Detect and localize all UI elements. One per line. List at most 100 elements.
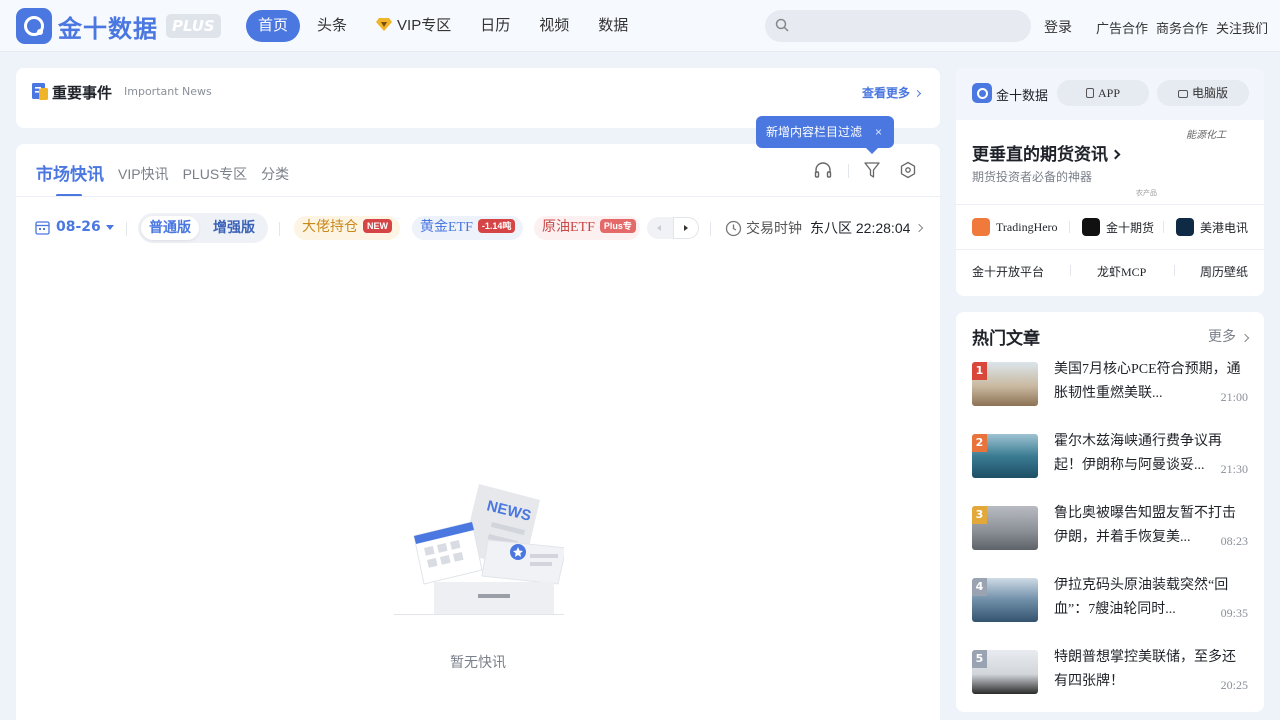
tab-category[interactable]: 分类 [261, 164, 289, 184]
divider [956, 204, 1264, 205]
empty-news-illustration: NEWS [394, 484, 564, 615]
important-news-title: 重要事件 [52, 84, 113, 102]
settings-hex-icon[interactable] [899, 161, 917, 179]
article-item[interactable]: 5 特朗普想掌控美联储，至多还有四张牌！ 20:25 [972, 650, 1248, 698]
app-name: TradingHero [996, 219, 1058, 234]
chip-big-holders[interactable]: 大佬持仓 NEW [294, 216, 400, 240]
chip-oil-etf[interactable]: 原油ETF Plus专 [534, 216, 640, 240]
pc-version-button[interactable]: 电脑版 [1157, 80, 1249, 106]
app-button-label: APP [1097, 86, 1120, 100]
pc-button-label: 电脑版 [1191, 86, 1228, 100]
view-more-link[interactable]: 查看更多 [861, 84, 922, 101]
tab-vip-flash[interactable]: VIP快讯 [118, 164, 169, 184]
filter-tooltip: 新增内容栏目过滤 × [756, 116, 894, 154]
clock-time: 东八区 22:28:04 [810, 220, 911, 236]
rank-badge: 4 [972, 578, 987, 596]
chevron-right-icon [915, 223, 924, 233]
brand-logo-icon [972, 83, 992, 103]
tab-plus[interactable]: PLUS专区 [183, 164, 248, 184]
article-title: 美国7月核心PCE符合预期，通胀韧性重燃美联... [1054, 362, 1241, 401]
follow-us-link[interactable]: 关注我们 [1216, 18, 1268, 37]
empty-state-text: 暂无快讯 [450, 654, 506, 670]
rank-badge: 2 [972, 434, 987, 452]
promo-category-tag: 能源化工 [1186, 130, 1226, 141]
article-item[interactable]: 4 伊拉克码头原油装载突然“回血”：7艘油轮同时... 09:35 [972, 578, 1248, 626]
scroll-right-button[interactable] [673, 217, 699, 239]
chip-label: 大佬持仓 [302, 220, 358, 235]
clock-icon [725, 220, 742, 236]
main-nav: 首页 头条 VIP专区 日历 视频 数据 [246, 10, 645, 42]
filter-divider [710, 222, 711, 236]
nav-video[interactable]: 视频 [527, 10, 581, 42]
app-name: 美港电讯 [1200, 220, 1249, 235]
trading-clock[interactable]: 交易时钟 东八区 22:28:04 [725, 218, 924, 238]
site-logo[interactable]: 金十数据 PLUS [16, 8, 221, 44]
filter-icon[interactable] [863, 161, 881, 179]
hot-articles-title: 热门文章 [972, 329, 1040, 349]
clock-label: 交易时钟 [746, 220, 802, 236]
change-badge: -1.14吨 [477, 219, 516, 233]
vip-gem-icon [376, 18, 393, 31]
article-item[interactable]: 1 美国7月核心PCE符合预期，通胀韧性重燃美联... 21:00 [972, 362, 1248, 410]
promo-title-text: 更垂直的期货资讯 [972, 145, 1108, 165]
feed-tabs: 市场快讯 VIP快讯 PLUS专区 分类 [36, 160, 303, 197]
app-jin10-futures[interactable]: 金十期货 [1082, 218, 1154, 236]
rank-badge: 5 [972, 650, 987, 668]
headphones-icon[interactable] [814, 161, 832, 179]
filter-divider [279, 222, 280, 236]
app-tradinghero[interactable]: TradingHero [972, 218, 1058, 236]
article-item[interactable]: 3 鲁比奥被曝告知盟友暂不打击伊朗，并着手恢复美... 08:23 [972, 506, 1248, 554]
business-cooperation-link[interactable]: 商务合作 [1156, 18, 1208, 37]
login-link[interactable]: 登录 [1044, 17, 1072, 37]
promo-small-tag: 农产品 [1136, 189, 1157, 197]
more-label: 更多 [1208, 328, 1236, 344]
article-thumbnail: 4 [972, 578, 1038, 622]
nav-vip[interactable]: VIP专区 [364, 10, 463, 42]
article-item[interactable]: 2 霍尔木兹海峡通行费争议再起！伊朗称与阿曼谈妥... 21:30 [972, 434, 1248, 482]
nav-headlines[interactable]: 头条 [305, 10, 359, 42]
normal-version-button[interactable]: 普通版 [141, 216, 199, 240]
brand-name: 金十数据 [996, 89, 1049, 104]
divider [1163, 221, 1164, 233]
logo-text: 金十数据 [58, 14, 158, 43]
more-link[interactable]: 更多 [1208, 326, 1250, 346]
search-input[interactable] [765, 10, 1031, 42]
view-more-label: 查看更多 [861, 86, 910, 100]
nav-calendar[interactable]: 日历 [468, 10, 522, 42]
nav-vip-label: VIP专区 [397, 17, 452, 34]
chip-label: 原油ETF [542, 220, 595, 235]
article-thumbnail: 2 [972, 434, 1038, 478]
article-time: 21:00 [1220, 390, 1248, 404]
open-platform-link[interactable]: 金十开放平台 [972, 263, 1044, 280]
article-title: 霍尔木兹海峡通行费争议再起！伊朗称与阿曼谈妥... [1054, 434, 1222, 473]
logo-plus-badge: PLUS [166, 14, 221, 38]
app-name: 金十期货 [1106, 220, 1155, 235]
plus-badge: Plus专 [599, 219, 636, 233]
article-title: 鲁比奥被曝告知盟友暂不打击伊朗，并着手恢复美... [1054, 506, 1236, 545]
scroll-left-button[interactable] [647, 217, 673, 239]
divider [956, 249, 1264, 250]
app-us-hk-news[interactable]: 美港电讯 [1176, 218, 1248, 236]
close-icon[interactable]: × [875, 116, 882, 148]
important-news-subtitle: Important News [124, 85, 212, 98]
ad-cooperation-link[interactable]: 广告合作 [1096, 18, 1148, 37]
app-download-button[interactable]: APP [1057, 80, 1149, 106]
chevron-right-icon [913, 89, 922, 98]
enhanced-version-button[interactable]: 增强版 [205, 216, 263, 240]
chip-label: 黄金ETF [420, 220, 473, 235]
date-picker[interactable]: 08-26 [35, 219, 114, 235]
nav-home[interactable]: 首页 [246, 10, 301, 42]
chip-scroller [647, 217, 699, 239]
tooltip-text: 新增内容栏目过滤 [766, 125, 863, 139]
futures-app-icon [1082, 218, 1100, 236]
caret-down-icon [105, 224, 114, 230]
news-doc-icon [32, 83, 48, 100]
nav-data[interactable]: 数据 [586, 10, 640, 42]
tab-market-flash[interactable]: 市场快讯 [36, 160, 104, 197]
chip-gold-etf[interactable]: 黄金ETF -1.14吨 [412, 216, 524, 240]
weekly-wallpaper-link[interactable]: 周历壁纸 [1200, 263, 1248, 280]
article-time: 21:30 [1220, 462, 1248, 476]
promo-title[interactable]: 更垂直的期货资讯 [972, 140, 1121, 165]
rank-badge: 3 [972, 506, 987, 524]
lobster-mcp-link[interactable]: 龙虾MCP [1097, 263, 1146, 280]
